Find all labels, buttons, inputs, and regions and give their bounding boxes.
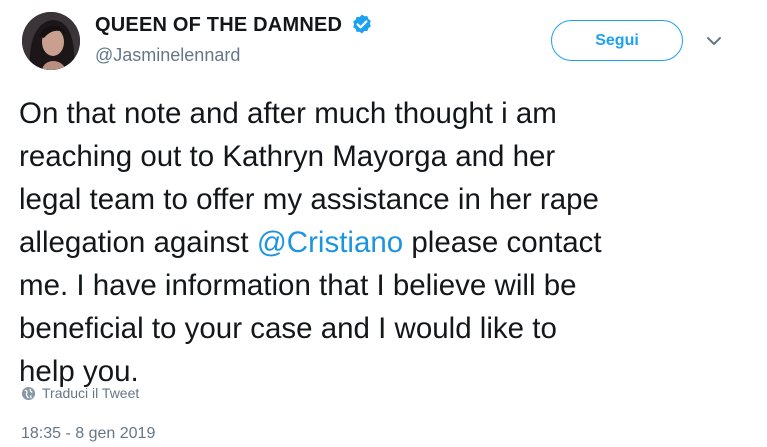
chevron-down-icon[interactable]	[705, 34, 723, 48]
tweet-line: legal team to offer my assistance in her…	[19, 183, 599, 216]
author-display-name[interactable]: QUEEN OF THE DAMNED	[95, 13, 374, 37]
translate-tweet-link[interactable]: Traduci il Tweet	[21, 385, 139, 401]
mention-link[interactable]: @Cristiano	[257, 226, 403, 259]
verified-badge-icon	[350, 13, 374, 37]
author-handle[interactable]: @Jasminelennard	[95, 45, 240, 66]
author-name-text[interactable]: QUEEN OF THE DAMNED	[95, 14, 342, 37]
tweet-line: me. I have information that I believe wi…	[19, 269, 577, 302]
follow-button[interactable]: Segui	[551, 20, 683, 61]
tweet-line: beneficial to your case and I would like…	[19, 312, 557, 345]
tweet-line: allegation against @Cristiano please con…	[19, 221, 754, 264]
tweet-text: On that note and after much thought i am…	[19, 92, 754, 393]
tweet-line: reaching out to Kathryn Mayorga and her	[19, 140, 556, 173]
avatar[interactable]	[22, 12, 80, 70]
translate-label[interactable]: Traduci il Tweet	[42, 385, 139, 401]
tweet-line: On that note and after much thought i am	[19, 97, 557, 130]
tweet-text-segment: allegation against	[19, 226, 257, 259]
globe-icon	[21, 386, 36, 400]
tweet-timestamp[interactable]: 18:35 - 8 gen 2019	[21, 425, 155, 443]
tweet-text-segment: please contact	[403, 226, 602, 259]
